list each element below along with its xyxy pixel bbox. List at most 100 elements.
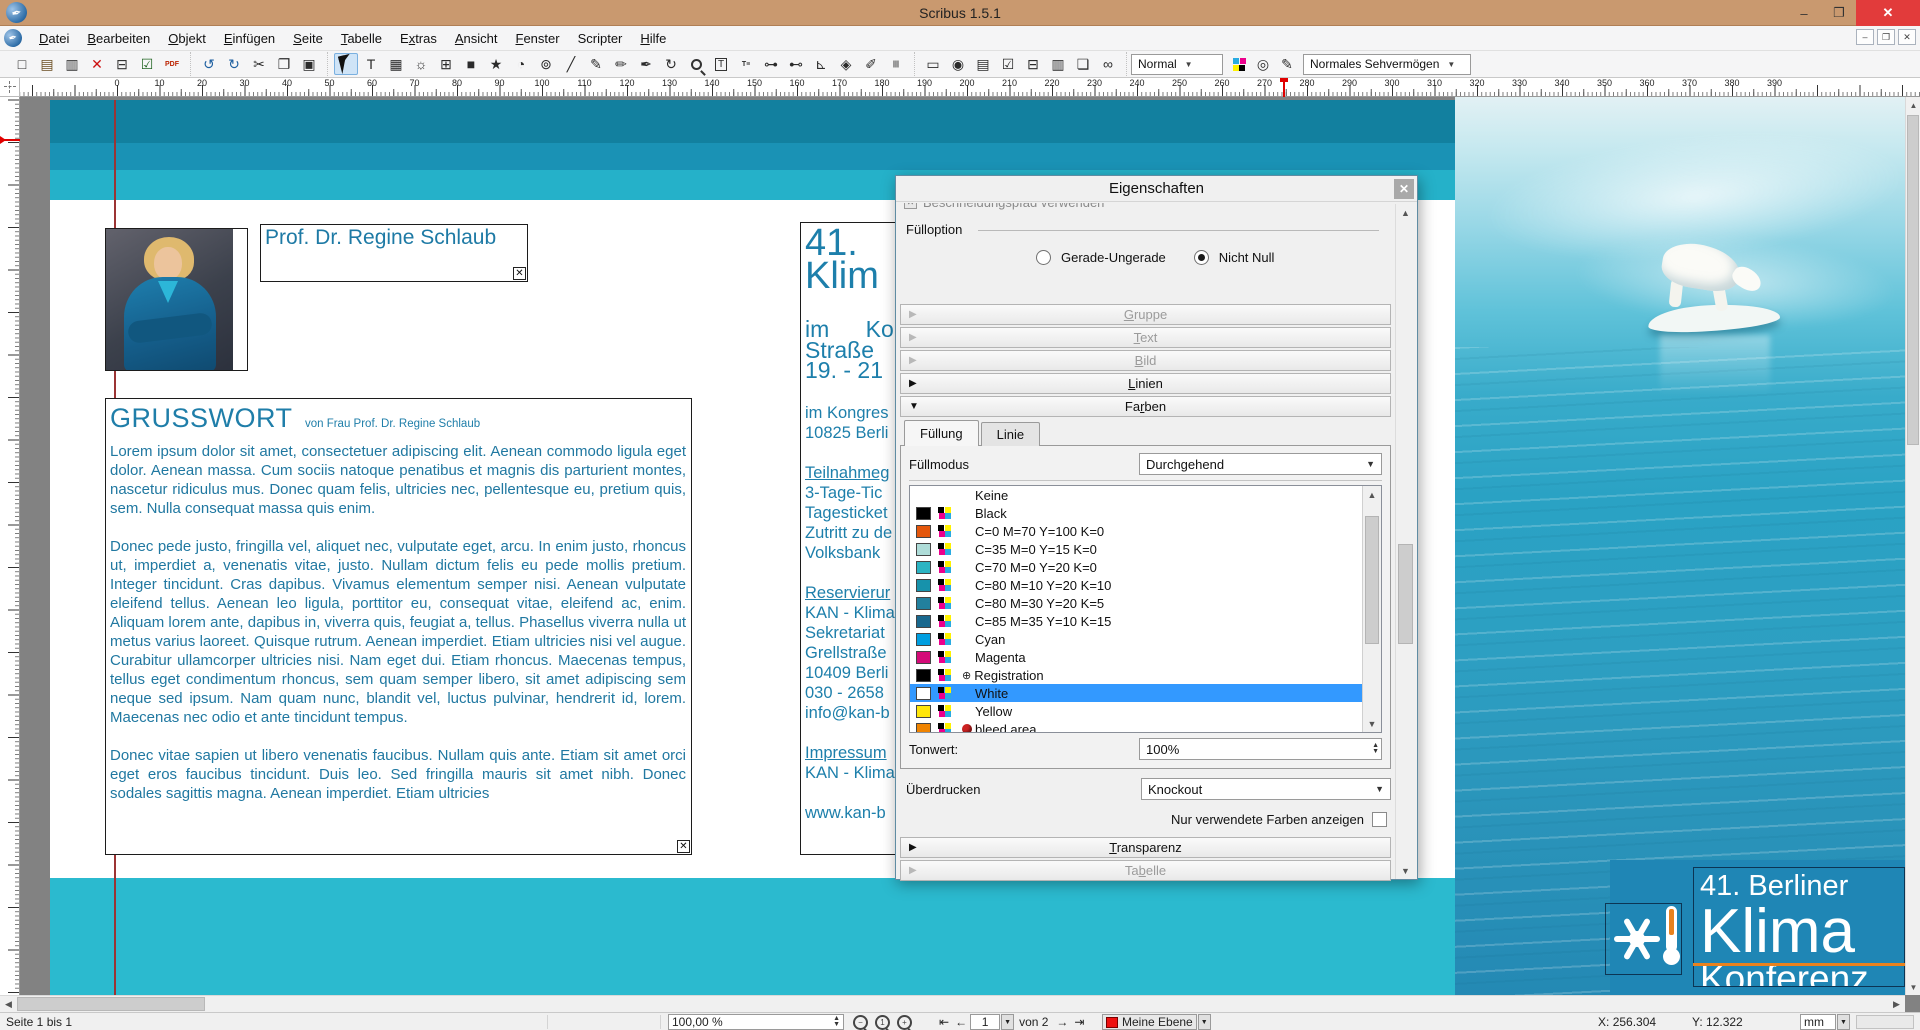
rotate-item-button[interactable]: ↻ [659,53,683,75]
zoom-out-icon[interactable]: − [853,1015,868,1030]
undo-button[interactable]: ↺ [197,53,221,75]
insert-text-frame-button[interactable]: T [359,53,383,75]
menu-tabelle[interactable]: Tabelle [332,28,391,49]
vertical-scrollbar[interactable]: ▲ ▼ [1905,97,1920,995]
color-row-yellow[interactable]: Yellow [910,702,1381,720]
menu-seite[interactable]: Seite [284,28,332,49]
color-row-cyan[interactable]: Cyan [910,630,1381,648]
shade-spinbox[interactable]: 100% ▲▼ [1139,738,1382,760]
overprint-select[interactable]: Knockout▼ [1141,778,1391,800]
insert-image-frame-button[interactable]: ▦ [384,53,408,75]
menu-ansicht[interactable]: Ansicht [446,28,507,49]
color-management-button[interactable] [1227,53,1251,75]
greeting-text-frame[interactable]: GRUSSWORT von Frau Prof. Dr. Regine Schl… [105,398,692,855]
last-page-icon[interactable]: ⇥ [1074,1015,1084,1029]
layer-dropdown-icon[interactable]: ▼ [1198,1014,1211,1030]
menu-einfgen[interactable]: Einfügen [215,28,284,49]
color-list-scrollbar[interactable]: ▲ ▼ [1362,486,1381,732]
mdi-minimize-button[interactable]: – [1856,29,1874,45]
checkbox-icon[interactable]: ✕ [904,203,917,209]
preflight-verifier-button[interactable]: ☑ [135,53,159,75]
insert-render-frame-button[interactable]: ☼ [409,53,433,75]
color-row-c-35-m-0-y-15-k-0[interactable]: C=35 M=0 Y=15 K=0 [910,540,1381,558]
portrait-image-frame[interactable] [105,228,248,371]
open-document-button[interactable]: ▤ [35,53,59,75]
spinner-arrows-icon[interactable]: ▲▼ [1372,743,1379,755]
insert-polygon-button[interactable]: ★ [484,53,508,75]
print-button[interactable]: ⊟ [110,53,134,75]
first-page-icon[interactable]: ⇤ [939,1015,949,1029]
pdf-list-box-button[interactable]: ▥ [1046,53,1070,75]
tab-linie[interactable]: Linie [981,422,1040,446]
color-row-c-80-m-10-y-20-k-10[interactable]: C=80 M=10 Y=20 K=10 [910,576,1381,594]
dialog-scrollbar[interactable]: ▲ ▼ [1395,204,1415,879]
tab-fllung[interactable]: Füllung [904,420,979,446]
page-number-input[interactable]: 1 [970,1014,1000,1030]
insert-arc-button[interactable]: ◔ [509,53,533,75]
pdf-text-field-button[interactable]: ▤ [971,53,995,75]
unit-dropdown-icon[interactable]: ▼ [1837,1014,1850,1030]
color-row-black[interactable]: Black [910,504,1381,522]
next-page-icon[interactable]: → [1056,1015,1068,1029]
scroll-down-icon[interactable]: ▼ [1363,715,1381,732]
scroll-up-icon[interactable]: ▲ [1363,486,1381,503]
scroll-down-icon[interactable]: ▼ [1906,979,1920,995]
zoom-100-icon[interactable]: 1 [875,1015,890,1030]
close-document-button[interactable]: ✕ [85,53,109,75]
pdf-text-annotation-button[interactable]: ❏ [1071,53,1095,75]
scrollbar-thumb[interactable] [17,997,205,1011]
color-row-c-85-m-35-y-10-k-15[interactable]: C=85 M=35 Y=10 K=15 [910,612,1381,630]
document-mode-select[interactable]: Normal▼ [1131,54,1223,75]
color-list[interactable]: KeineBlackC=0 M=70 Y=100 K=0C=35 M=0 Y=1… [909,485,1382,733]
save-document-button[interactable]: ▥ [60,53,84,75]
fill-mode-select[interactable]: Durchgehend▼ [1139,453,1382,475]
horizontal-scrollbar[interactable]: ◀ ▶ [0,995,1905,1012]
scroll-right-icon[interactable]: ▶ [1888,996,1905,1013]
color-row-registration[interactable]: ⊕Registration [910,666,1381,684]
snowflake-logo-frame[interactable] [1605,903,1682,975]
cut-button[interactable]: ✂ [247,53,271,75]
mdi-close-button[interactable]: ✕ [1898,29,1916,45]
show-used-colors-checkbox[interactable] [1372,812,1387,827]
menu-bearbeiten[interactable]: Bearbeiten [78,28,159,49]
menu-extras[interactable]: Extras [391,28,446,49]
color-row-keine[interactable]: Keine [910,486,1381,504]
vertical-ruler[interactable] [0,97,20,995]
pdf-link-annotation-button[interactable]: ∞ [1096,53,1120,75]
new-document-button[interactable]: □ [10,53,34,75]
pdf-push-button[interactable]: ▭ [921,53,945,75]
color-row-magenta[interactable]: Magenta [910,648,1381,666]
select-item-button[interactable] [334,53,358,75]
section-transparenz[interactable]: ▶Transparenz [900,837,1391,858]
measurements-button[interactable]: ⊾ [809,53,833,75]
insert-calligraphy-button[interactable]: ✒ [634,53,658,75]
previous-page-icon[interactable]: ← [955,1015,967,1029]
color-row-c-0-m-70-y-100-k-0[interactable]: C=0 M=70 Y=100 K=0 [910,522,1381,540]
pdf-combo-box-button[interactable]: ⊟ [1021,53,1045,75]
section-linien[interactable]: ▶Linien [900,373,1391,394]
even-odd-radio[interactable] [1036,250,1051,265]
author-name-frame[interactable]: Prof. Dr. Regine Schlaub ✕ [260,224,528,282]
insert-line-button[interactable]: ╱ [559,53,583,75]
menu-hilfe[interactable]: Hilfe [631,28,675,49]
color-row-c-80-m-30-y-20-k-5[interactable]: C=80 M=30 Y=20 K=5 [910,594,1381,612]
insert-spiral-button[interactable]: ⊚ [534,53,558,75]
scrollbar-thumb[interactable] [1365,516,1379,644]
ruler-origin-box[interactable] [0,78,20,97]
scrollbar-thumb[interactable] [1398,544,1413,644]
zoom-in-icon[interactable]: + [897,1015,912,1030]
color-row-c-70-m-0-y-20-k-0[interactable]: C=70 M=0 Y=20 K=0 [910,558,1381,576]
section-farben[interactable]: ▼Farben [900,396,1391,417]
scroll-left-icon[interactable]: ◀ [0,996,17,1013]
unit-selector[interactable]: mm ▼ [1800,1013,1850,1030]
edit-in-preview-button[interactable]: ✎ [1275,53,1299,75]
scroll-up-icon[interactable]: ▲ [1906,97,1920,113]
pdf-check-box-button[interactable]: ☑ [996,53,1020,75]
menu-datei[interactable]: Datei [30,28,78,49]
minimize-button[interactable]: – [1786,0,1822,26]
menu-scripter[interactable]: Scripter [569,28,632,49]
link-text-frames-button[interactable]: ⊶ [759,53,783,75]
eye-dropper-button[interactable]: ✐ [859,53,883,75]
maximize-button[interactable]: ❐ [1822,0,1856,26]
copy-item-properties-button[interactable]: ◈ [834,53,858,75]
